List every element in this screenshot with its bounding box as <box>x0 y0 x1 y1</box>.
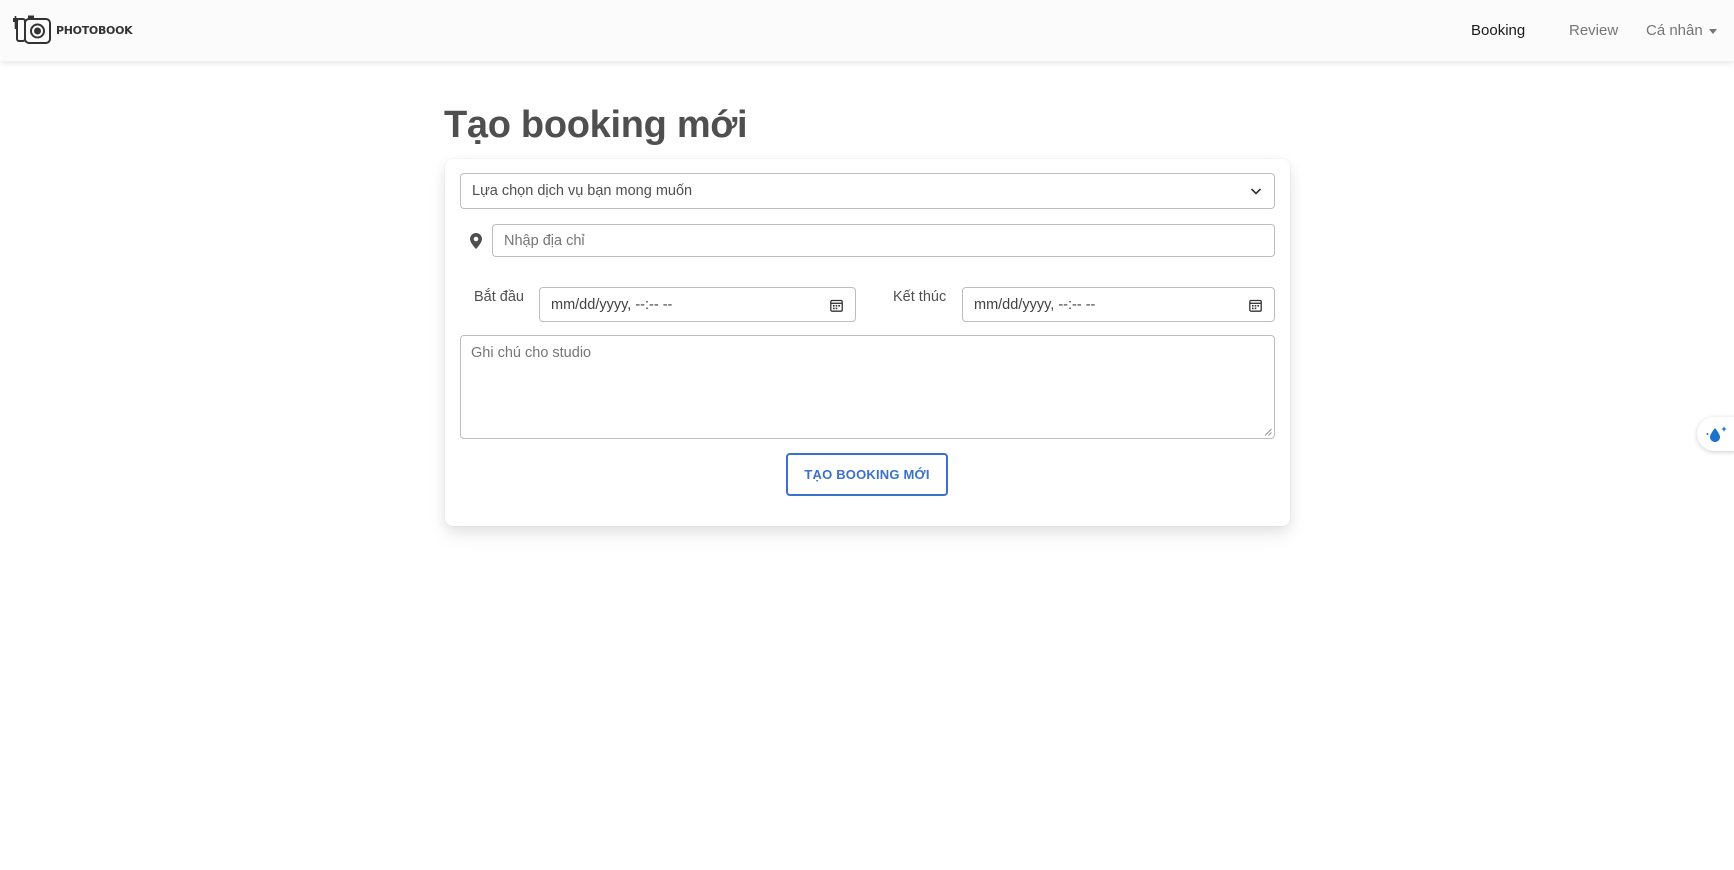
end-label: Kết thúc <box>893 289 947 305</box>
address-placeholder: Nhập địa chỉ <box>504 232 585 249</box>
resize-handle-icon[interactable] <box>1264 428 1272 436</box>
start-label: Bắt đầu <box>474 289 524 305</box>
service-select-value: Lựa chọn dịch vụ bạn mong muốn <box>472 183 693 199</box>
create-booking-button[interactable]: TẠO BOOKING MỚI <box>786 453 948 496</box>
camera-logo-icon <box>13 15 51 44</box>
calendar-icon[interactable] <box>830 299 843 312</box>
top-navbar: PHOTOBOOK Booking Review Cá nhân <box>0 0 1734 61</box>
page-title: Tạo booking mới <box>444 104 748 146</box>
end-datetime-value: mm/dd/yyyy, --:-- -- <box>974 296 1096 313</box>
brand[interactable]: PHOTOBOOK <box>12 15 133 45</box>
water-drop-sparkle-icon <box>1706 426 1727 442</box>
side-floating-widget[interactable] <box>1697 417 1734 451</box>
nav-link-review[interactable]: Review <box>1569 22 1618 39</box>
chevron-down-icon <box>1250 188 1262 195</box>
calendar-icon[interactable] <box>1249 299 1262 312</box>
end-datetime-input[interactable]: mm/dd/yyyy, --:-- -- <box>962 287 1275 322</box>
brand-name: PHOTOBOOK <box>56 23 133 37</box>
studio-note-textarea[interactable]: Ghi chú cho studio <box>460 335 1275 439</box>
address-input[interactable]: Nhập địa chỉ <box>492 224 1275 257</box>
nav-dropdown-personal[interactable]: Cá nhân <box>1646 22 1717 39</box>
map-pin-icon <box>470 233 482 249</box>
service-select[interactable]: Lựa chọn dịch vụ bạn mong muốn <box>460 173 1275 209</box>
caret-down-icon <box>1708 28 1717 34</box>
studio-note-placeholder: Ghi chú cho studio <box>471 345 592 361</box>
nav-dropdown-label: Cá nhân <box>1646 22 1703 39</box>
start-datetime-input[interactable]: mm/dd/yyyy, --:-- -- <box>539 287 856 322</box>
booking-form-card: Lựa chọn dịch vụ bạn mong muốn Nhập địa … <box>445 159 1290 526</box>
nav-link-booking[interactable]: Booking <box>1471 22 1525 39</box>
start-datetime-value: mm/dd/yyyy, --:-- -- <box>551 296 673 313</box>
